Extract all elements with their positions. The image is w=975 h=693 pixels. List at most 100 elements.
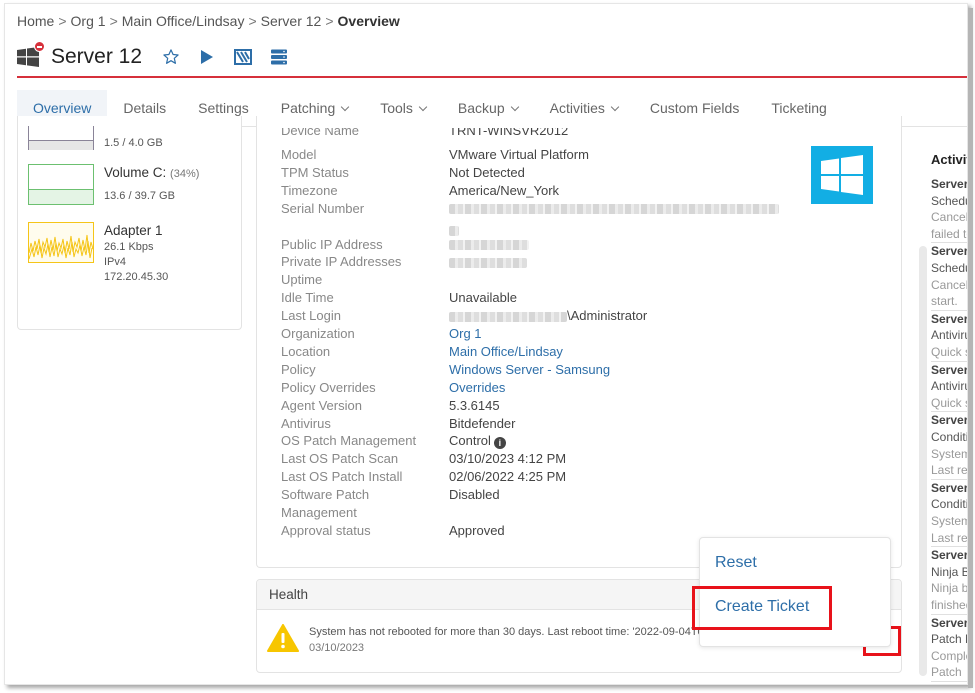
detail-label: Agent Version [281, 397, 362, 413]
breadcrumb-home[interactable]: Home [17, 13, 54, 29]
health-alert: System has not rebooted for more than 30… [267, 624, 747, 656]
detail-label: Private IP Addresses [281, 254, 402, 270]
volume-gauge [28, 164, 94, 205]
detail-value: Unavailable [449, 290, 517, 306]
remote-control-icon[interactable] [232, 46, 254, 68]
tab-label: Overview [33, 100, 92, 116]
offline-alert-badge [34, 41, 45, 52]
chevron-down-icon [610, 102, 620, 112]
detail-value [449, 200, 789, 236]
star-icon[interactable] [160, 46, 182, 68]
detail-label: TPM Status [281, 164, 349, 180]
device-header: Server 12 [17, 41, 304, 72]
detail-value: Bitdefender [449, 415, 516, 431]
detail-label: Timezone [281, 182, 338, 198]
breadcrumb-org[interactable]: Org 1 [71, 13, 106, 29]
adapter-ip: 172.20.45.30 [104, 271, 169, 283]
tab-label: Activities [549, 100, 605, 116]
detail-label: Device Name [281, 128, 360, 138]
info-icon[interactable]: i [493, 437, 506, 450]
activity-line: Ninja Backup [931, 564, 967, 579]
activities-title: Activities [931, 152, 967, 167]
activity-item[interactable]: Server 12 Scheduled Cancelledfailed to [931, 176, 968, 244]
tab-label: Custom Fields [649, 100, 740, 116]
activity-line: failed to [931, 226, 967, 241]
play-icon[interactable] [196, 46, 218, 68]
detail-value: Control i [449, 432, 789, 450]
activity-item[interactable]: Server 12 Patch ManagementCompleted Patch [931, 615, 967, 682]
window-shadow [968, 8, 973, 688]
activity-item[interactable]: Server 12 AntivirusQuick scan [931, 362, 968, 413]
tab-label: Ticketing [771, 100, 827, 116]
detail-value[interactable]: Windows Server - Samsung [449, 361, 789, 379]
activity-item[interactable]: Server 12ConditionSystemLast reboot [931, 412, 968, 480]
activity-line: Server 12 [931, 177, 968, 191]
activity-line: Server 12 [931, 244, 968, 259]
detail-value: America/New_York [449, 182, 560, 198]
detail-value: \Administrator [449, 307, 789, 325]
detail-value[interactable]: Overrides [449, 379, 789, 397]
activity-item[interactable]: Server 12 AntivirusQuick scan [931, 311, 968, 362]
activity-line: Last reboot [931, 463, 968, 478]
detail-label: Last Login [281, 308, 341, 324]
activity-item[interactable]: Server 12 [931, 682, 967, 684]
health-alert-date: 03/10/2023 [309, 642, 365, 654]
app-window: Home > Org 1 > Main Office/Lindsay > Server 12… [4, 3, 968, 685]
activity-item[interactable]: Server 12ConditionSystemLast reboot [931, 480, 968, 548]
detail-label: Last OS Patch Scan [281, 451, 399, 467]
detail-value-text: Control [449, 433, 491, 449]
breadcrumb-device[interactable]: Server 12 [261, 13, 322, 29]
redacted-value [449, 240, 529, 251]
activities-scrollbar[interactable] [919, 246, 927, 676]
chevron-down-icon [340, 102, 350, 112]
activities-panel: Activities Server 12ScheduledCancelledfa… [915, 116, 968, 684]
adapter-resource: Adapter 1 26.1 Kbps IPv4 172.20.45.30 [28, 222, 168, 285]
volume-name: Volume C: [104, 165, 167, 180]
activity-line: Patch Management [931, 632, 967, 647]
activity-line: Last reboot [931, 530, 968, 545]
adapter-protocol: IPv4 [104, 256, 127, 268]
activity-item[interactable]: Server 12Ninja Backup Ninja backupfinishe… [931, 547, 968, 615]
detail-value [449, 236, 789, 254]
detail-value: VMware Virtual Platform [449, 147, 589, 162]
detail-label: Location [281, 343, 331, 359]
redacted-value [449, 257, 527, 268]
activity-line: Cancelled [931, 210, 968, 225]
activity-line: System [931, 446, 968, 461]
menu-item-reset[interactable]: Reset [715, 554, 757, 572]
activity-line: Server 12 [931, 682, 967, 684]
windows-logo-icon [811, 146, 873, 204]
activity-line: Quick scan [931, 395, 967, 410]
status-divider [17, 76, 967, 78]
breadcrumb-separator: > [109, 13, 118, 29]
breadcrumb-current: Overview [337, 13, 400, 29]
activity-line: Scheduled [931, 260, 967, 275]
warning-icon [267, 624, 299, 652]
resources-card: 1.5 / 4.0 GB Volume C: (34%) 13.6 / 39.7… [17, 116, 242, 330]
detail-label: Serial Number [281, 200, 365, 216]
activity-line: Ninja backup [931, 581, 968, 596]
adapter-speed: 26.1 Kbps [104, 241, 154, 253]
detail-value[interactable]: Main Office/Lindsay [449, 343, 789, 361]
activity-item[interactable]: Server 12Scheduled Cancelled start. [931, 243, 968, 311]
detail-label: Uptime [281, 272, 323, 288]
detail-label: Policy [281, 361, 316, 377]
detail-label: Organization [281, 326, 355, 341]
chevron-down-icon [418, 102, 428, 112]
activity-line: Server 12 [931, 480, 968, 495]
redacted-value [449, 204, 779, 215]
health-alert-message: System has not rebooted for more than 30… [309, 626, 748, 638]
server-stack-icon[interactable] [268, 46, 290, 68]
redacted-value [449, 225, 459, 236]
memory-gauge [28, 126, 94, 152]
detail-label: Public IP Address [281, 236, 383, 252]
breadcrumb-location[interactable]: Main Office/Lindsay [122, 13, 245, 29]
activity-line: Server 12 [931, 311, 968, 326]
activity-line: Completed [931, 648, 967, 663]
detail-value[interactable]: Org 1 [449, 325, 789, 343]
tab-label: Patching [280, 100, 336, 116]
activity-line: Server 12 [931, 548, 968, 563]
breadcrumb: Home > Org 1 > Main Office/Lindsay > Server 12… [17, 13, 400, 29]
activity-line: Server 12 [931, 362, 968, 377]
detail-value: 03/10/2023 4:12 PM [449, 451, 567, 467]
